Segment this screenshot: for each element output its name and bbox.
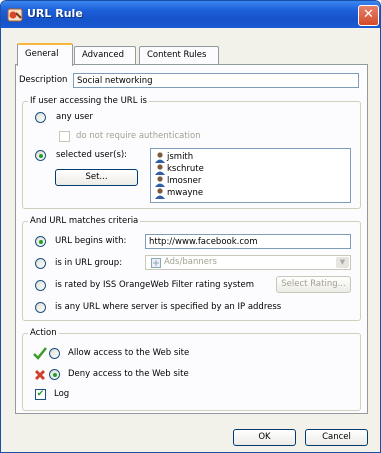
general-tab-panel: Description Social networking If user ac…	[15, 64, 368, 414]
user-name: lmosner	[167, 176, 202, 186]
any-user-radio[interactable]	[35, 112, 46, 123]
description-label: Description	[19, 75, 68, 85]
set-users-button[interactable]: Set...	[55, 169, 138, 186]
description-input[interactable]: Social networking	[73, 73, 359, 88]
deny-label: Deny access to the Web site	[68, 369, 189, 379]
url-group-label: is in URL group:	[55, 258, 123, 268]
no-auth-checkbox[interactable]	[59, 131, 70, 142]
any-user-label: any user	[56, 112, 93, 122]
allow-label: Allow access to the Web site	[68, 348, 190, 358]
log-checkbox[interactable]: ✔	[35, 389, 46, 400]
select-rating-button[interactable]: Select Rating...	[276, 276, 351, 293]
action-group-title: Action	[28, 328, 59, 339]
user-icon	[155, 176, 165, 187]
tab-advanced[interactable]: Advanced	[74, 46, 136, 64]
url-group-radio[interactable]	[35, 258, 46, 269]
selected-users-label: selected user(s):	[56, 150, 128, 160]
ok-button[interactable]: OK	[233, 429, 296, 446]
url-begins-with-radio[interactable]	[35, 236, 46, 247]
user-icon	[155, 188, 165, 199]
window-title: URL Rule	[27, 7, 83, 20]
user-name: jsmith	[167, 152, 194, 162]
deny-x-icon	[34, 369, 46, 381]
url-rule-dialog: URL Rule ✕ General Advanced Content Rule…	[0, 0, 381, 453]
title-bar[interactable]: URL Rule ✕	[1, 1, 380, 28]
user-name: mwayne	[167, 188, 204, 198]
url-begins-with-label: URL begins with:	[55, 236, 127, 246]
url-group-value: Ads/banners	[164, 257, 217, 267]
url-group-icon	[151, 258, 161, 268]
url-group-select[interactable]: Ads/banners ▼	[145, 255, 351, 270]
action-group: Action Allow access to the Web site Deny…	[22, 328, 361, 411]
no-auth-label: do not require authentication	[76, 131, 201, 141]
user-group-title: If user accessing the URL is	[28, 96, 149, 107]
rated-label: is rated by ISS OrangeWeb Filter rating …	[55, 280, 254, 290]
criteria-group-title: And URL matches criteria	[28, 216, 141, 227]
ip-address-label: is any URL where server is specified by …	[55, 302, 282, 312]
user-name: kschrute	[167, 164, 204, 174]
rated-radio[interactable]	[35, 280, 46, 291]
selected-users-radio[interactable]	[35, 150, 46, 161]
allow-check-icon	[33, 347, 47, 360]
user-group: If user accessing the URL is any user do…	[22, 96, 361, 209]
allow-radio[interactable]	[49, 348, 60, 359]
tab-general[interactable]: General	[17, 43, 73, 66]
criteria-group: And URL matches criteria URL begins with…	[22, 216, 361, 321]
close-button[interactable]: ✕	[358, 5, 379, 26]
ip-address-radio[interactable]	[35, 302, 46, 313]
chevron-down-icon: ▼	[336, 257, 349, 268]
url-rule-icon	[7, 8, 23, 22]
users-listbox[interactable]: jsmith kschrute lmosner mwayne	[150, 148, 351, 203]
user-icon	[155, 152, 165, 163]
user-icon	[155, 164, 165, 175]
deny-radio[interactable]	[49, 369, 60, 380]
tab-content-rules[interactable]: Content Rules	[139, 46, 219, 64]
cancel-button[interactable]: Cancel	[305, 429, 368, 446]
url-begins-with-input[interactable]: http://www.facebook.com	[145, 234, 351, 249]
log-label: Log	[54, 389, 70, 399]
close-icon: ✕	[363, 7, 374, 22]
